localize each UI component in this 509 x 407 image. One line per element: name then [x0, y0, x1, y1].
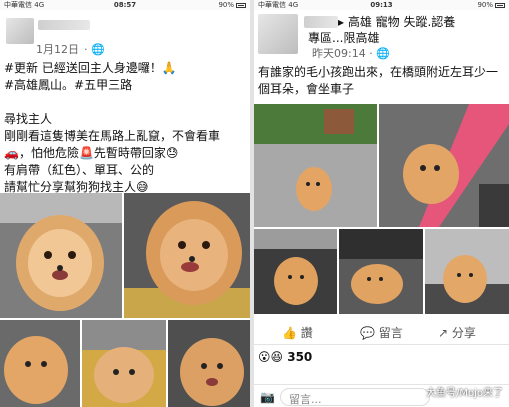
post-line: 有肩帶（紅色）、單耳、公的 [4, 163, 155, 177]
comment-button[interactable]: 💬 留言 [360, 324, 403, 341]
status-bar: 中華電信 4G 08:57 90% [0, 0, 250, 10]
battery-percent: 90% [477, 1, 493, 9]
right-screenshot: 中華電信 4G 09:13 90% ▸ 高雄 寵物 失蹤.認養 專區...限高雄… [254, 0, 509, 407]
author-name[interactable] [304, 16, 338, 28]
globe-icon: · 🌐 [84, 43, 105, 56]
share-icon: ↗ [438, 326, 449, 340]
status-bar: 中華電信 4G 09:13 90% [254, 0, 509, 10]
dog-photo[interactable] [425, 229, 509, 314]
avatar[interactable] [6, 18, 34, 44]
left-screenshot: 中華電信 4G 08:57 90% 1月12日 · 🌐 #更新 已經送回主人身邊… [0, 0, 250, 407]
post-line: 有誰家的毛小孩跑出來，在橋頭附近左耳少一 [258, 65, 499, 79]
battery-icon [236, 2, 246, 8]
post-line: #更新 已經送回主人身邊囉！🙏 [4, 61, 177, 75]
post-line: 尋找主人 [4, 112, 53, 126]
clock: 08:57 [113, 1, 137, 9]
comment-label: 留言 [378, 326, 403, 340]
camera-icon[interactable]: 📷 [260, 390, 275, 404]
watermark: 大鱼号/Mojo来了 [425, 388, 503, 399]
clock: 09:13 [370, 1, 393, 9]
comment-icon: 💬 [360, 326, 375, 340]
reaction-summary[interactable]: 😮😆 350 [258, 350, 312, 364]
post-date: 1月12日 [36, 43, 79, 56]
like-button[interactable]: 👍 讚 [282, 324, 313, 341]
dog-photo[interactable] [82, 320, 166, 407]
like-label: 讚 [300, 326, 313, 340]
dog-photo[interactable] [254, 104, 377, 227]
post-time: 昨天09:14 · 🌐 [312, 47, 390, 60]
post-line: 剛剛看這隻博美在馬路上亂竄，不會看車 [4, 129, 221, 143]
avatar[interactable] [258, 14, 298, 54]
thumbs-up-icon: 👍 [282, 326, 297, 340]
post-line: #高雄鳳山。#五甲三路 [4, 78, 133, 92]
dog-photo[interactable] [0, 320, 80, 407]
post-line: 🚗，怕他危險🚨先暫時帶回家😓 [4, 146, 179, 160]
dog-photo[interactable] [254, 229, 337, 314]
post-body: 有誰家的毛小孩跑出來，在橋頭附近左耳少一 個耳朵，會坐車子 [258, 64, 508, 98]
dog-photo[interactable] [339, 229, 423, 314]
dog-photo[interactable] [379, 104, 509, 227]
battery-percent: 90% [218, 1, 234, 9]
author-name[interactable] [38, 20, 90, 30]
post-body: #更新 已經送回主人身邊囉！🙏 #高雄鳳山。#五甲三路 尋找主人 剛剛看這隻博美… [4, 60, 248, 196]
share-label: 分享 [451, 326, 476, 340]
group-title[interactable]: ▸ 高雄 寵物 失蹤.認養 [338, 13, 455, 30]
group-title-line2[interactable]: 專區...限高雄 [308, 29, 379, 46]
reaction-count: 350 [287, 350, 313, 364]
divider [254, 344, 509, 345]
comment-input[interactable]: 留言... [280, 388, 430, 406]
dog-photo[interactable] [0, 193, 122, 318]
battery-icon [495, 2, 505, 8]
post-line: 個耳朵，會坐車子 [258, 82, 355, 96]
dog-photo[interactable] [168, 320, 250, 407]
dog-photo[interactable] [124, 193, 250, 318]
comment-placeholder: 留言... [289, 393, 322, 406]
share-button[interactable]: ↗ 分享 [438, 324, 476, 341]
reaction-icons: 😮😆 [258, 350, 284, 364]
